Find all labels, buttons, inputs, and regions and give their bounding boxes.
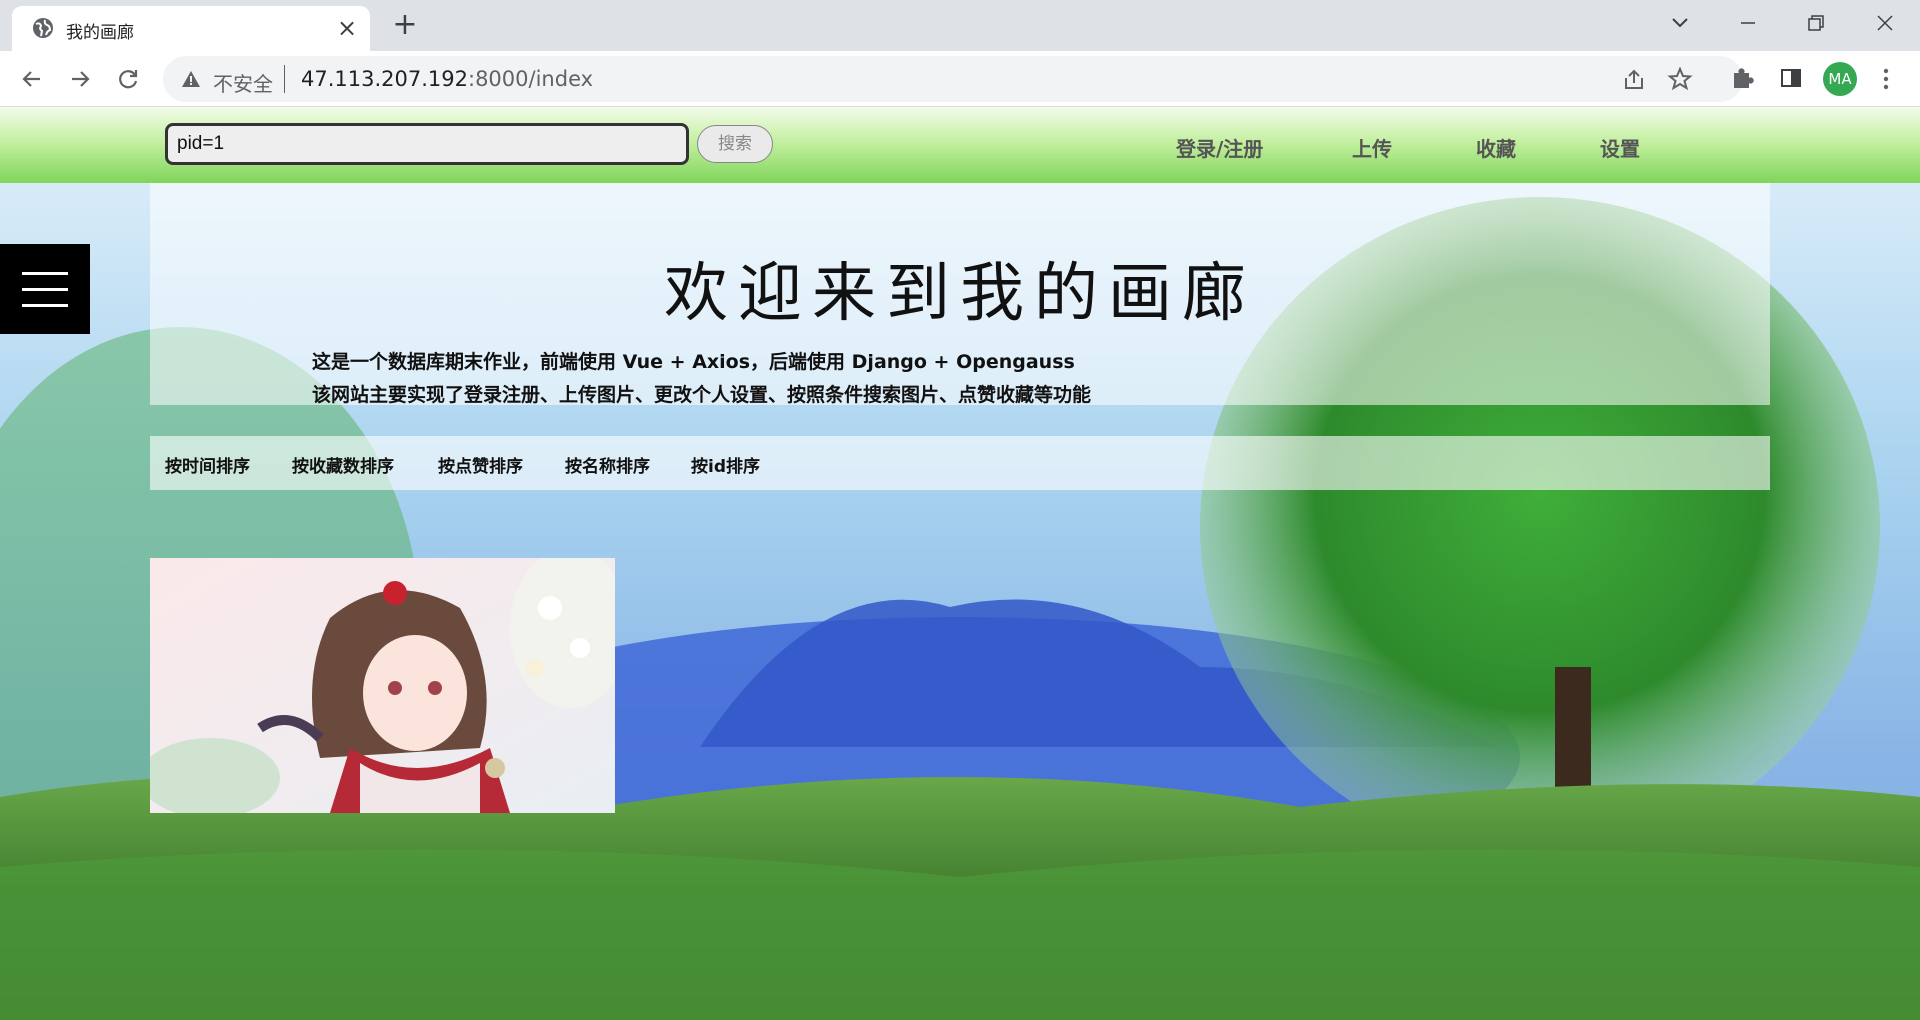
browser-tab[interactable]: 我的画廊 × bbox=[12, 6, 370, 51]
description-line-1: 这是一个数据库期末作业，前端使用 Vue + Axios，后端使用 Django… bbox=[312, 351, 1075, 373]
sort-bar: 按时间排序 按收藏数排序 按点赞排序 按名称排序 按id排序 bbox=[150, 436, 1770, 490]
forward-arrow-icon[interactable] bbox=[66, 65, 94, 93]
close-icon[interactable] bbox=[1870, 8, 1900, 38]
reload-icon[interactable] bbox=[114, 65, 142, 93]
back-arrow-icon[interactable] bbox=[18, 65, 46, 93]
omnibox-divider bbox=[284, 65, 285, 93]
nav-settings[interactable]: 设置 bbox=[1600, 133, 1640, 162]
minimize-icon[interactable] bbox=[1733, 8, 1763, 38]
restore-icon[interactable] bbox=[1801, 8, 1831, 38]
sort-by-favorites[interactable]: 按收藏数排序 bbox=[292, 452, 394, 477]
sort-by-likes[interactable]: 按点赞排序 bbox=[438, 452, 523, 477]
search-button[interactable]: 搜索 bbox=[697, 125, 773, 163]
tab-title: 我的画廊 bbox=[66, 23, 134, 43]
globe-icon bbox=[33, 18, 53, 38]
url-path: :8000/index bbox=[468, 67, 594, 91]
warning-icon[interactable] bbox=[181, 69, 201, 89]
sort-by-id[interactable]: 按id排序 bbox=[691, 452, 760, 477]
gallery-image[interactable] bbox=[150, 558, 615, 813]
page-title: 欢迎来到我的画廊 bbox=[664, 257, 1256, 331]
page-viewport: 搜索 登录/注册 上传 收藏 设置 欢迎来到我的画廊 这是一个数据库期末作业，前… bbox=[0, 107, 1920, 1020]
share-icon[interactable] bbox=[1621, 67, 1647, 93]
security-label[interactable]: 不安全 bbox=[213, 68, 273, 97]
sort-by-name[interactable]: 按名称排序 bbox=[565, 452, 650, 477]
close-tab-icon[interactable]: × bbox=[334, 15, 360, 41]
kebab-menu-icon[interactable] bbox=[1876, 64, 1896, 94]
puzzle-icon[interactable] bbox=[1728, 64, 1756, 92]
nav-login-register[interactable]: 登录/注册 bbox=[1176, 133, 1263, 162]
star-icon[interactable] bbox=[1667, 66, 1693, 92]
nav-upload[interactable]: 上传 bbox=[1352, 133, 1392, 162]
browser-toolbar: 不安全 47.113.207.192:8000/index MA bbox=[0, 51, 1920, 107]
new-tab-button[interactable]: + bbox=[390, 10, 420, 40]
site-header: 搜索 登录/注册 上传 收藏 设置 bbox=[0, 107, 1920, 183]
browser-tabstrip: 我的画廊 × + bbox=[0, 0, 1920, 51]
url-host: 47.113.207.192 bbox=[301, 67, 468, 91]
search-input[interactable] bbox=[165, 123, 689, 165]
profile-avatar[interactable]: MA bbox=[1823, 62, 1857, 96]
sort-by-time[interactable]: 按时间排序 bbox=[165, 452, 250, 477]
side-panel-icon[interactable] bbox=[1777, 64, 1805, 92]
description-line-2: 该网站主要实现了登录注册、上传图片、更改个人设置、按照条件搜索图片、点赞收藏等功… bbox=[312, 384, 1092, 406]
chevron-down-icon[interactable] bbox=[1667, 10, 1693, 36]
nav-favorites[interactable]: 收藏 bbox=[1476, 133, 1516, 162]
url-text[interactable]: 47.113.207.192:8000/index bbox=[301, 67, 593, 91]
address-bar[interactable]: 不安全 47.113.207.192:8000/index bbox=[163, 56, 1743, 102]
